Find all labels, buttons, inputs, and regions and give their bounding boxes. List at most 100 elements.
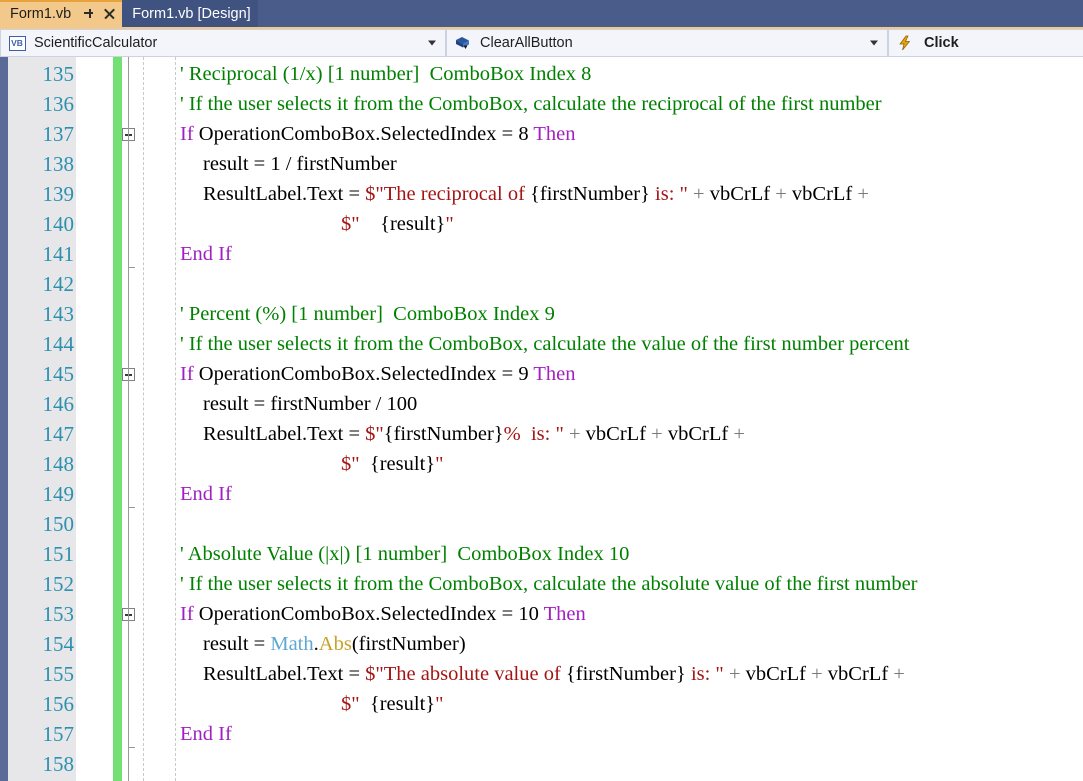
code-line-text: End If (180, 239, 232, 269)
editor-tab-strip: Form1.vb Form1.vb [Design] (0, 0, 1083, 27)
code-lines-container: 135 ' Reciprocal (1/x) [1 number] ComboBo… (0, 57, 1083, 781)
code-line-text: End If (180, 479, 232, 509)
code-line-text: End If (180, 719, 232, 749)
code-token-string: " (435, 453, 444, 475)
code-line[interactable]: 154 result = Math.Abs(firstNumber) (0, 629, 1083, 659)
code-token-plain: OperationComboBox.SelectedIndex = 9 (198, 363, 534, 385)
project-type-dropdown-value: ScientificCalculator (34, 35, 158, 51)
code-token-operator: + (728, 663, 741, 685)
code-line[interactable]: 145 If OperationComboBox.SelectedIndex = … (0, 359, 1083, 389)
code-token-string: is: " (685, 663, 729, 685)
code-line[interactable]: 135 ' Reciprocal (1/x) [1 number] ComboBo… (0, 59, 1083, 89)
code-line[interactable]: 143 ' Percent (%) [1 number] ComboBox Ind… (0, 299, 1083, 329)
code-token-plain: ResultLabel.Text = (203, 423, 366, 445)
code-line[interactable]: 156 $" {result}" (0, 689, 1083, 719)
code-token-keyword: If (180, 123, 199, 145)
tab-form1-vb-design[interactable]: Form1.vb [Design] (122, 0, 258, 27)
line-number: 153 (42, 602, 75, 626)
tab-form1-vb-icons (83, 8, 115, 22)
code-token-plain: result = 1 / firstNumber (203, 153, 397, 175)
close-icon[interactable] (103, 8, 115, 22)
code-line[interactable]: 138 result = 1 / firstNumber (0, 149, 1083, 179)
code-line[interactable]: 139 ResultLabel.Text = $"The reciprocal o… (0, 179, 1083, 209)
code-line-text: If OperationComboBox.SelectedIndex = 8 T… (180, 119, 575, 149)
line-number: 151 (42, 542, 75, 566)
code-line-text: result = firstNumber / 100 (203, 389, 417, 419)
lightning-event-icon (894, 35, 916, 51)
chevron-down-icon[interactable] (428, 40, 436, 46)
tab-form1-vb[interactable]: Form1.vb (0, 0, 123, 27)
code-token-string: is: " (649, 183, 694, 205)
code-line[interactable]: 150 (0, 509, 1083, 539)
event-dropdown[interactable]: Click (888, 29, 1083, 57)
line-number: 139 (42, 182, 75, 206)
code-line-text: $" {result}" (341, 689, 443, 719)
line-number: 135 (42, 62, 75, 86)
code-token-plain: result = firstNumber / 100 (203, 393, 418, 415)
code-line[interactable]: 147 ResultLabel.Text = $"{firstNumber}% i… (0, 419, 1083, 449)
code-token-keyword: End If (180, 723, 232, 745)
code-token-plain: {firstNumber} (530, 183, 650, 205)
code-token-string: $"The absolute value of (365, 663, 566, 685)
code-line[interactable]: 141 End If (0, 239, 1083, 269)
code-line[interactable]: 157 End If (0, 719, 1083, 749)
line-number: 154 (42, 632, 75, 656)
code-token-plain: {result} (359, 213, 446, 235)
code-line[interactable]: 142 (0, 269, 1083, 299)
code-token-plain: OperationComboBox.SelectedIndex = 10 (198, 603, 544, 625)
code-token-operator: + (857, 183, 869, 205)
code-token-keyword: End If (180, 483, 232, 505)
code-token-comment: ' Absolute Value (|x|) [1 number] ComboB… (180, 543, 630, 565)
tab-form1-vb-design-label: Form1.vb [Design] (132, 6, 251, 23)
code-token-string: $" (341, 693, 360, 715)
line-number: 155 (42, 662, 75, 686)
pin-icon[interactable] (83, 8, 95, 22)
code-line-text: result = Math.Abs(firstNumber) (203, 629, 466, 659)
line-number: 158 (42, 752, 75, 776)
code-token-keyword: Then (533, 363, 576, 385)
code-line[interactable]: 140 $" {result}" (0, 209, 1083, 239)
code-line[interactable]: 146 result = firstNumber / 100 (0, 389, 1083, 419)
code-line[interactable]: 155 ResultLabel.Text = $"The absolute val… (0, 659, 1083, 689)
code-line[interactable]: 136 ' If the user selects it from the Com… (0, 89, 1083, 119)
code-token-plain: result = (203, 633, 271, 655)
chevron-down-icon[interactable] (870, 40, 878, 46)
project-type-dropdown[interactable]: VB ScientificCalculator (0, 29, 446, 57)
code-token-plain: OperationComboBox.SelectedIndex = 8 (198, 123, 534, 145)
code-line[interactable]: 153 If OperationComboBox.SelectedIndex = … (0, 599, 1083, 629)
code-token-string: $" (365, 423, 384, 445)
code-line[interactable]: 152 ' If the user selects it from the Com… (0, 569, 1083, 599)
code-line[interactable]: 137 If OperationComboBox.SelectedIndex = … (0, 119, 1083, 149)
code-line-text: ' If the user selects it from the ComboB… (180, 569, 918, 599)
code-token-string: " (445, 213, 454, 235)
code-line-text: ' Absolute Value (|x|) [1 number] ComboB… (180, 539, 629, 569)
code-line[interactable]: 149 End If (0, 479, 1083, 509)
code-token-plain: vbCrLf (580, 423, 652, 445)
member-dropdown-value: ClearAllButton (480, 35, 573, 51)
code-line-text: $" {result}" (341, 209, 454, 239)
member-dropdown[interactable]: ClearAllButton (446, 29, 888, 57)
code-line[interactable]: 144 ' If the user selects it from the Com… (0, 329, 1083, 359)
code-editor-surface[interactable]: 135 ' Reciprocal (1/x) [1 number] ComboBo… (0, 57, 1083, 781)
code-token-comment: ' Percent (%) [1 number] ComboBox Index … (180, 303, 555, 325)
code-token-plain: vbCrLf (662, 423, 734, 445)
vb-project-icon-glyph: VB (8, 35, 26, 51)
code-line-text: If OperationComboBox.SelectedIndex = 10 … (180, 599, 586, 629)
code-token-comment: ' Reciprocal (1/x) [1 number] ComboBox I… (180, 63, 592, 85)
line-number: 138 (42, 152, 75, 176)
visual-studio-code-editor-window: Form1.vb Form1.vb [Design] VB Scientific… (0, 0, 1083, 781)
code-token-operator: + (811, 663, 823, 685)
lightning-event-icon-glyph (899, 35, 911, 51)
code-token-plain: vbCrLf (704, 183, 776, 205)
code-line[interactable]: 151 ' Absolute Value (|x|) [1 number] Com… (0, 539, 1083, 569)
code-token-plain: {firstNumber} (383, 423, 504, 445)
code-line[interactable]: 158 (0, 749, 1083, 779)
line-number: 152 (42, 572, 75, 596)
code-line[interactable]: 148 $" {result}" (0, 449, 1083, 479)
line-number: 149 (42, 482, 75, 506)
code-token-keyword: Then (533, 123, 576, 145)
code-token-operator: + (693, 183, 705, 205)
line-number: 137 (42, 122, 75, 146)
code-token-keyword: If (180, 363, 199, 385)
code-line-text: If OperationComboBox.SelectedIndex = 9 T… (180, 359, 575, 389)
